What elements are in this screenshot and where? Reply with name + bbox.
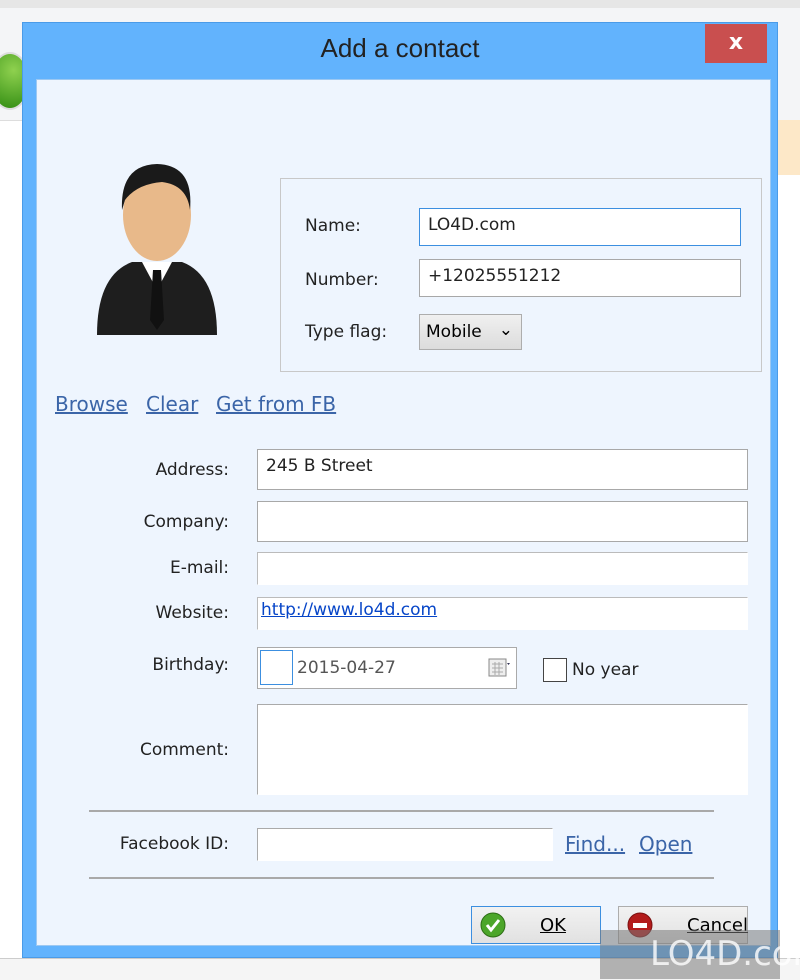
dialog-body: Browse Clear Get from FB Name: LO4D.com … xyxy=(36,79,771,946)
dialog-title: Add a contact xyxy=(320,33,480,63)
watermark-logo: LO4D.com xyxy=(600,930,800,979)
birthday-checkbox[interactable] xyxy=(260,650,293,685)
facebook-id-label: Facebook ID: xyxy=(119,834,229,854)
clear-link[interactable]: Clear xyxy=(146,392,198,416)
no-year-label: No year xyxy=(572,660,639,680)
email-label: E-mail: xyxy=(169,558,229,578)
background-highlight xyxy=(778,120,800,175)
checkmark-icon xyxy=(480,912,506,938)
birthday-value: 2015-04-27 xyxy=(297,658,396,678)
name-label: Name: xyxy=(305,216,361,236)
birthday-label: Birthday: xyxy=(152,655,229,675)
get-from-fb-link[interactable]: Get from FB xyxy=(216,392,336,416)
type-flag-select[interactable]: Mobile ⌄ xyxy=(419,314,522,350)
avatar xyxy=(97,164,217,335)
browse-link[interactable]: Browse xyxy=(55,392,128,416)
type-flag-value: Mobile xyxy=(426,322,482,342)
ok-button[interactable]: OK xyxy=(471,906,601,944)
email-input[interactable] xyxy=(257,552,748,585)
website-label: Website: xyxy=(155,603,230,623)
comment-textarea[interactable] xyxy=(257,704,748,795)
type-flag-label: Type flag: xyxy=(305,322,388,342)
find-link[interactable]: Find... xyxy=(565,832,625,856)
contact-group: Name: LO4D.com Number: +12025551212 Type… xyxy=(280,178,762,372)
add-contact-dialog: Add a contact x Browse Clear Get from FB… xyxy=(22,22,778,958)
open-link[interactable]: Open xyxy=(639,832,692,856)
birthday-picker[interactable]: 2015-04-27 xyxy=(257,647,517,689)
calendar-icon[interactable] xyxy=(488,658,510,678)
comment-label: Comment: xyxy=(139,740,229,760)
divider xyxy=(89,877,714,879)
divider xyxy=(89,810,714,812)
ok-label: OK xyxy=(540,915,566,936)
number-input[interactable]: +12025551212 xyxy=(419,259,741,297)
company-label: Company: xyxy=(143,512,229,532)
name-input[interactable]: LO4D.com xyxy=(419,208,741,246)
address-input[interactable]: 245 B Street xyxy=(257,449,748,490)
address-label: Address: xyxy=(155,460,229,480)
website-input[interactable]: http://www.lo4d.com xyxy=(257,597,748,630)
company-input[interactable] xyxy=(257,501,748,542)
no-year-checkbox[interactable] xyxy=(543,658,567,682)
close-button[interactable]: x xyxy=(705,24,767,63)
chevron-down-icon: ⌄ xyxy=(498,320,513,340)
facebook-id-input[interactable] xyxy=(257,828,553,861)
number-label: Number: xyxy=(305,270,379,290)
